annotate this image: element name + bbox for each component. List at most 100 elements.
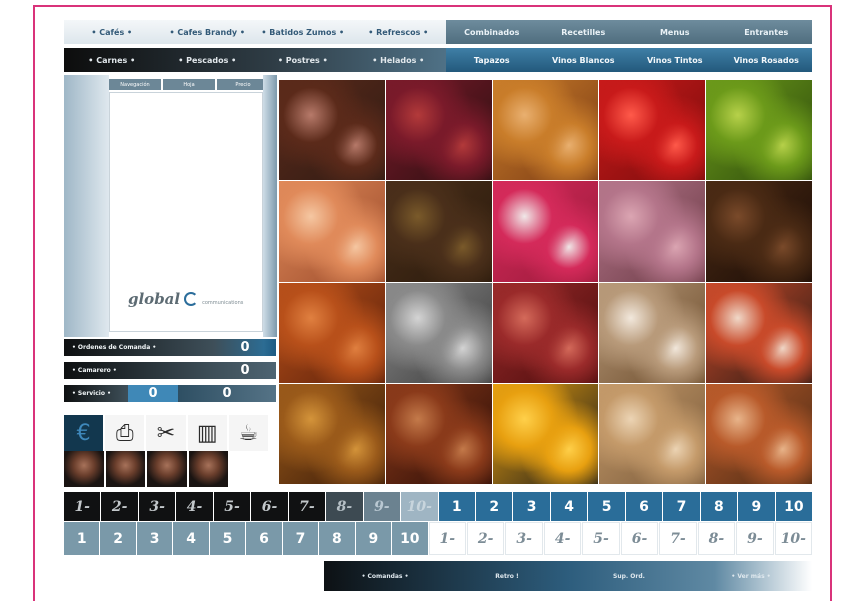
menu-postres[interactable]: • Postres • (255, 48, 351, 72)
table-number-button[interactable]: 10- (401, 492, 438, 521)
waiter-avatar[interactable] (188, 451, 228, 487)
photo-drink[interactable] (385, 383, 492, 484)
menu-vinos-rosados[interactable]: Vinos Rosados (721, 48, 813, 72)
table-number-button[interactable]: 3 (513, 492, 550, 521)
photo-sushi[interactable] (706, 282, 812, 383)
retro-button[interactable]: Retro ! (446, 573, 568, 580)
menu-batidos-zumos[interactable]: • Batidos Zumos • (255, 20, 351, 44)
menu-cafes-brandy[interactable]: • Cafes Brandy • (160, 20, 256, 44)
scissors-icon[interactable]: ✂ (146, 415, 186, 451)
service-value: 0 (178, 385, 276, 402)
menu-entrantes[interactable]: Entrantes (721, 20, 813, 44)
table-number-button[interactable]: 1- (428, 522, 466, 555)
table-number-button[interactable]: 6 (246, 522, 282, 555)
waiter-label[interactable]: • Camarero • (64, 362, 214, 379)
sup-ord-button[interactable]: Sup. Ord. (568, 573, 690, 580)
table-number-button[interactable]: 3- (138, 492, 176, 521)
table-number-button[interactable]: 6 (625, 492, 663, 521)
menu-vinos-blancos[interactable]: Vinos Blancos (538, 48, 630, 72)
photo-strawberries[interactable] (599, 80, 706, 181)
table-number-button[interactable]: 2 (475, 492, 513, 521)
menu-menus[interactable]: Menus (629, 20, 721, 44)
table-number-button[interactable]: 1 (438, 492, 475, 521)
waiter-avatar[interactable] (105, 451, 145, 487)
menu-combinados[interactable]: Combinados (446, 20, 538, 44)
table-number-button[interactable]: 2- (101, 492, 138, 521)
table-number-button[interactable]: 5 (588, 492, 625, 521)
table-number-button[interactable]: 4 (173, 522, 209, 555)
photo-limes[interactable] (706, 80, 812, 181)
menu-vinos-tintos[interactable]: Vinos Tintos (629, 48, 721, 72)
photo-tea-glass[interactable] (492, 80, 599, 181)
photo-skewers[interactable] (706, 383, 812, 484)
table-number-button[interactable]: 7 (663, 492, 700, 521)
ver-mas-button[interactable]: • Ver más • (690, 573, 812, 580)
service-row: • Servicio • 0 0 (64, 385, 276, 402)
tab-navegacion[interactable]: Navegación (109, 79, 161, 90)
table-number-button[interactable]: 7- (659, 522, 697, 555)
table-number-button[interactable]: 5- (582, 522, 620, 555)
table-number-button[interactable]: 5 (209, 522, 246, 555)
photo-fried-dish[interactable] (279, 383, 385, 484)
photo-coconut[interactable] (599, 282, 706, 383)
global-logo: global communications (128, 290, 243, 308)
table-number-button[interactable]: 8 (700, 492, 738, 521)
order-count-row: • Ordenes de Comanda • 0 (64, 339, 276, 356)
table-number-button[interactable]: 2 (100, 522, 136, 555)
table-number-button[interactable]: 3- (505, 522, 543, 555)
waiter-avatar[interactable] (147, 451, 187, 487)
menu-cafes[interactable]: • Cafés • (64, 20, 160, 44)
table-number-button[interactable]: 5- (213, 492, 251, 521)
printer-icon[interactable]: ⎙ (105, 415, 145, 451)
menu-helados[interactable]: • Helados • (351, 48, 447, 72)
photo-onions[interactable] (599, 181, 706, 282)
photo-shrimp[interactable] (279, 282, 385, 383)
table-number-button[interactable]: 10 (775, 492, 813, 521)
photo-oysters[interactable] (385, 282, 492, 383)
table-number-button[interactable]: 8 (319, 522, 355, 555)
table-number-button[interactable]: 6- (251, 492, 288, 521)
table-number-button[interactable]: 8- (326, 492, 363, 521)
photo-papaya[interactable] (492, 383, 599, 484)
table-number-button[interactable]: 1- (64, 492, 101, 521)
table-number-button[interactable]: 10 (392, 522, 428, 555)
euro-icon[interactable]: € (64, 415, 104, 451)
photo-almonds[interactable] (599, 383, 706, 484)
menu-tapazos[interactable]: Tapazos (446, 48, 538, 72)
table-number-button[interactable]: 2- (466, 522, 505, 555)
photo-dragonfruit[interactable] (492, 181, 599, 282)
order-count-label[interactable]: • Ordenes de Comanda • (64, 339, 214, 356)
photo-truffles[interactable] (706, 181, 812, 282)
photo-lychees[interactable] (492, 282, 599, 383)
comandas-button[interactable]: • Comandas • (324, 573, 446, 580)
table-number-button[interactable]: 4- (543, 522, 582, 555)
tab-hoja[interactable]: Hoja (163, 79, 215, 90)
waiter-avatar[interactable] (64, 451, 104, 487)
register-icon[interactable]: ▥ (187, 415, 227, 451)
table-number-button[interactable]: 9 (355, 522, 392, 555)
menu-recetilles[interactable]: Recetilles (538, 20, 630, 44)
menu-carnes[interactable]: • Carnes • (64, 48, 160, 72)
tab-precio[interactable]: Precio (217, 79, 269, 90)
photo-cupcakes[interactable] (279, 80, 385, 181)
table-number-button[interactable]: 3 (136, 522, 173, 555)
menu-refrescos[interactable]: • Refrescos • (351, 20, 447, 44)
table-number-button[interactable]: 9- (736, 522, 774, 555)
menu-pescados[interactable]: • Pescados • (160, 48, 256, 72)
table-number-button[interactable]: 1 (64, 522, 100, 555)
table-number-button[interactable]: 4- (176, 492, 213, 521)
photo-jam-jar[interactable] (385, 80, 492, 181)
table-number-button[interactable]: 6- (620, 522, 659, 555)
table-number-button[interactable]: 9- (363, 492, 401, 521)
table-number-button[interactable]: 4 (550, 492, 588, 521)
photo-salmon[interactable] (279, 181, 385, 282)
coffee-machine-icon[interactable]: ☕ (228, 415, 269, 451)
table-number-button[interactable]: 7 (282, 522, 319, 555)
table-number-button[interactable]: 9 (738, 492, 775, 521)
table-number-button[interactable]: 7- (288, 492, 326, 521)
table-number-button[interactable]: 10- (774, 522, 813, 555)
table-number-button[interactable]: 8- (697, 522, 736, 555)
photo-vegetables[interactable] (385, 181, 492, 282)
panel-tabs: Navegación Hoja Precio (109, 79, 269, 90)
service-label[interactable]: • Servicio • (64, 385, 128, 402)
